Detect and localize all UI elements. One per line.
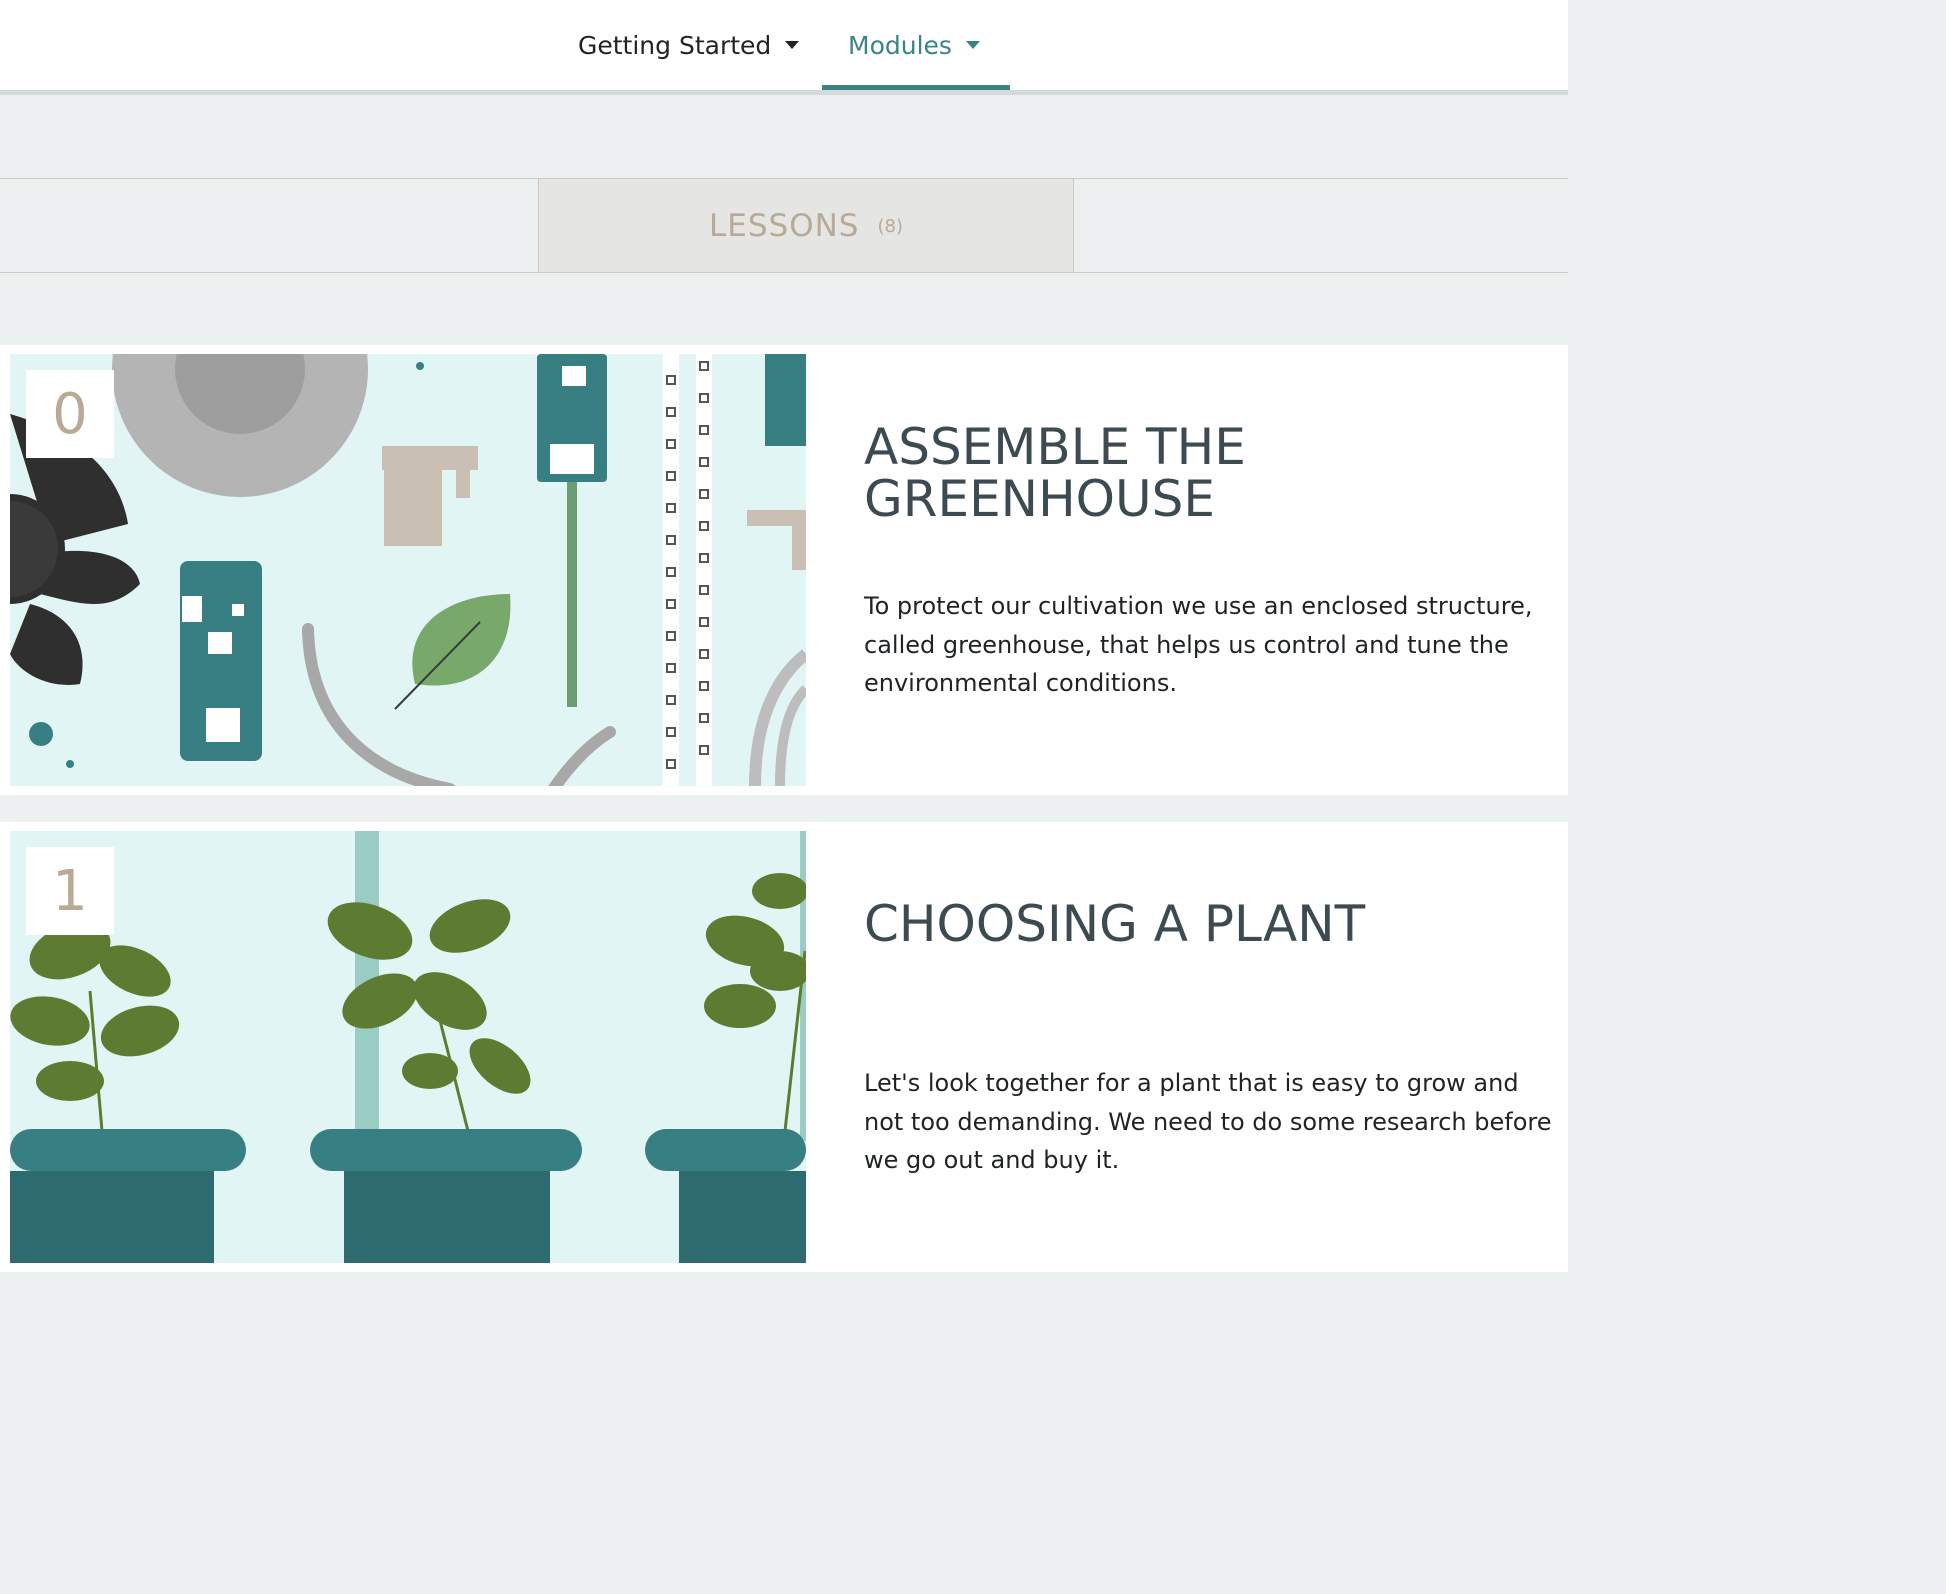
- lesson-card-0[interactable]: 0 ASSEMBLE THE GREENHOUSE To protect our…: [0, 345, 1568, 795]
- lesson-title-0[interactable]: ASSEMBLE THE GREENHOUSE: [864, 421, 1544, 525]
- lesson-thumbnail-1: 1: [10, 831, 806, 1263]
- lesson-card-1[interactable]: 1 CHOOSING A PLANT Let's look together f…: [0, 822, 1568, 1272]
- plants-in-pots-illustration: [10, 831, 806, 1263]
- nav-modules-label: Modules: [848, 30, 952, 60]
- active-nav-indicator: [822, 85, 1010, 90]
- lesson-number-0: 0: [26, 370, 114, 458]
- nav-getting-started[interactable]: Getting Started: [578, 0, 800, 90]
- caret-down-icon: [965, 41, 980, 49]
- caret-down-icon: [785, 41, 800, 49]
- tab-bar-bottom-border: [0, 272, 1568, 273]
- greenhouse-parts-illustration: [10, 354, 806, 786]
- tab-lessons[interactable]: LESSONS (8): [538, 179, 1074, 272]
- lesson-title-1[interactable]: CHOOSING A PLANT: [864, 898, 1544, 950]
- nav-modules[interactable]: Modules: [848, 0, 980, 90]
- lesson-number-1: 1: [26, 847, 114, 935]
- lesson-description-0: To protect our cultivation we use an enc…: [864, 592, 1533, 697]
- lesson-thumbnail-0: 0: [10, 354, 806, 786]
- lesson-description-1: Let's look together for a plant that is …: [864, 1069, 1552, 1174]
- tab-lessons-count: (8): [877, 216, 903, 237]
- top-navigation: Getting Started Modules: [0, 0, 1568, 95]
- tab-lessons-label: LESSONS: [709, 207, 860, 244]
- nav-getting-started-label: Getting Started: [578, 30, 772, 60]
